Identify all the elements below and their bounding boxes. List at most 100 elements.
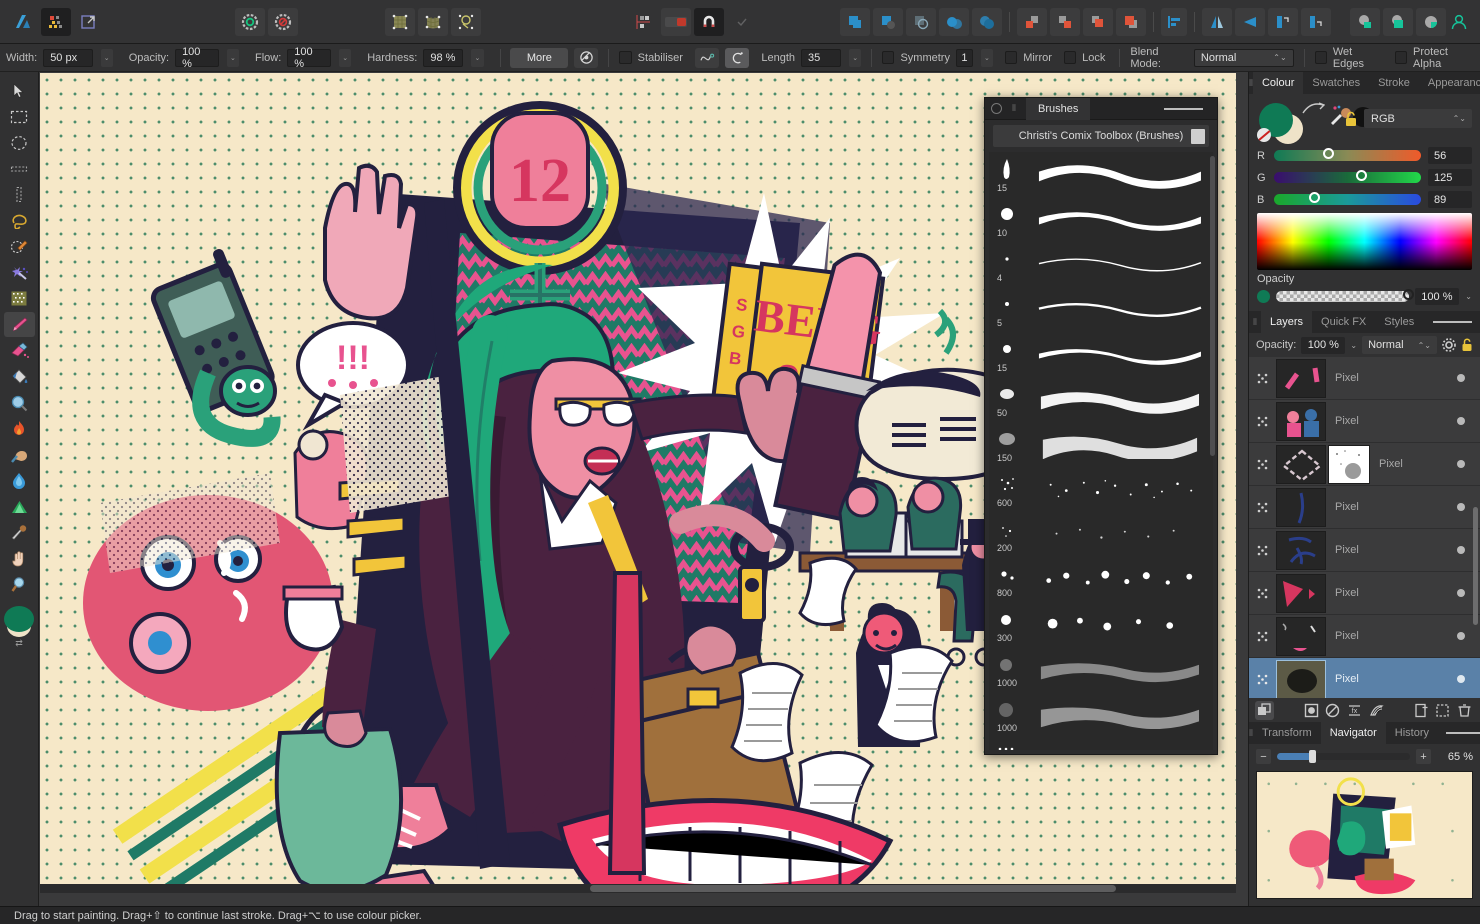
brush-item[interactable]: 15 [989, 152, 1213, 197]
subtract-shape-icon[interactable] [873, 8, 903, 36]
zoom-value[interactable]: 65 % [1437, 751, 1473, 763]
channel-value-r[interactable]: 56 [1428, 147, 1472, 164]
layer-thumbnail[interactable] [1276, 359, 1326, 398]
more-button[interactable]: More [510, 48, 568, 68]
lock-icon[interactable] [1344, 111, 1358, 127]
tab-layers[interactable]: Layers [1261, 311, 1312, 333]
colour-picker-tool[interactable] [4, 520, 35, 545]
symmetry-count[interactable]: 1 [956, 49, 973, 67]
channel-slider-r[interactable] [1274, 150, 1421, 161]
flip-vertical-icon[interactable] [1235, 8, 1265, 36]
snapping-icon[interactable] [628, 8, 658, 36]
intersect-shape-icon[interactable] [906, 8, 936, 36]
layer-name[interactable]: Pixel [1335, 544, 1359, 556]
elliptical-marquee-tool[interactable] [4, 130, 35, 155]
brush-item[interactable]: 200 [989, 512, 1213, 557]
brush-item[interactable]: 50 [989, 737, 1213, 750]
rotate-left-icon[interactable] [1268, 8, 1298, 36]
layer-select-dot[interactable] [1457, 675, 1465, 683]
colour-swatch[interactable] [4, 603, 35, 641]
delete-layer-icon[interactable] [1455, 701, 1474, 720]
layer-visibility-toggle[interactable] [1249, 415, 1276, 428]
hardness-input[interactable]: 98 % [423, 49, 463, 67]
tab-quick-fx[interactable]: Quick FX [1312, 311, 1375, 333]
move-backward-icon[interactable] [1050, 8, 1080, 36]
chevron-down-icon[interactable]: ⌄ [1350, 341, 1357, 350]
sharpen-brush-tool[interactable] [4, 494, 35, 519]
brush-item[interactable]: 300 [989, 602, 1213, 647]
layer-select-dot[interactable] [1457, 374, 1465, 382]
mask-icon[interactable] [1367, 701, 1386, 720]
list-view-icon[interactable] [1191, 129, 1205, 144]
tab-swatches[interactable]: Swatches [1303, 72, 1369, 94]
brush-item[interactable]: 10 [989, 197, 1213, 242]
account-avatar-icon[interactable] [1446, 8, 1472, 36]
table-row[interactable]: Pixel [1249, 572, 1480, 615]
layer-thumbnail[interactable] [1276, 488, 1326, 527]
layer-thumbnail[interactable] [1276, 617, 1326, 656]
check-icon[interactable] [727, 8, 757, 36]
export-persona-icon[interactable] [74, 8, 104, 36]
flow-stepper[interactable]: ⌄ [339, 49, 351, 67]
merge-icon[interactable] [1383, 8, 1413, 36]
selection-brush-tool[interactable] [4, 234, 35, 259]
layer-thumbnail[interactable] [1276, 531, 1326, 570]
tab-colour[interactable]: Colour [1253, 72, 1303, 94]
layer-visibility-toggle[interactable] [1249, 458, 1276, 471]
length-stepper[interactable]: ⌄ [849, 49, 861, 67]
layer-thumbnail[interactable] [1276, 402, 1326, 441]
swap-colours-icon[interactable]: ⇄ [15, 638, 23, 649]
no-colour-swatch[interactable] [1257, 128, 1271, 142]
brushes-panel[interactable]: ⦀ Brushes Christi's Comix Toolbox (Brush… [984, 97, 1218, 755]
affinity-logo-icon[interactable] [8, 8, 38, 36]
table-row[interactable]: Pixel [1249, 486, 1480, 529]
column-marquee-tool[interactable] [4, 182, 35, 207]
lock-checkbox[interactable] [1064, 51, 1076, 64]
brush-item[interactable]: 5 [989, 287, 1213, 332]
opacity-value[interactable]: 100 % [1415, 288, 1459, 305]
assistant-settings-icon[interactable] [235, 8, 265, 36]
navigator-preview[interactable] [1256, 771, 1473, 899]
move-tool[interactable] [4, 78, 35, 103]
opacity-stepper[interactable]: ⌄ [227, 49, 239, 67]
gear-icon[interactable] [1442, 338, 1456, 352]
magnet-icon[interactable] [694, 8, 724, 36]
table-row[interactable]: Pixel [1249, 615, 1480, 658]
rotate-right-icon[interactable] [1301, 8, 1331, 36]
tab-transform[interactable]: Transform [1253, 722, 1321, 744]
align-left-icon[interactable] [1161, 8, 1187, 36]
new-group-icon[interactable] [1434, 701, 1453, 720]
layer-select-dot[interactable] [1457, 546, 1465, 554]
channel-slider-g[interactable] [1274, 172, 1421, 183]
layer-list-scrollbar[interactable] [1473, 507, 1478, 625]
colour-model-select[interactable]: RGB ⌃⌄ [1364, 109, 1472, 128]
zoom-tool[interactable] [4, 572, 35, 597]
new-layer-icon[interactable] [1412, 701, 1431, 720]
brush-item[interactable]: 1000 [989, 647, 1213, 692]
live-filter-icon[interactable] [451, 8, 481, 36]
freehand-selection-tool[interactable] [4, 208, 35, 233]
brush-item[interactable]: 600 [989, 467, 1213, 512]
layer-opacity-input[interactable]: 100 % [1301, 337, 1345, 354]
adjustment-icon[interactable] [1302, 701, 1321, 720]
protect-alpha-checkbox[interactable] [1395, 51, 1407, 64]
table-row[interactable]: › Pixel [1249, 443, 1480, 486]
table-row[interactable]: Pixel [1249, 529, 1480, 572]
layer-name[interactable]: Pixel [1335, 630, 1359, 642]
channel-slider-b[interactable] [1274, 194, 1421, 205]
channel-knob-g[interactable] [1356, 170, 1367, 181]
toggle-icon[interactable] [661, 8, 691, 36]
brush-item[interactable]: 50 [989, 377, 1213, 422]
layer-visibility-toggle[interactable] [1249, 587, 1276, 600]
no-settings-icon[interactable] [268, 8, 298, 36]
opacity-knob[interactable] [1403, 289, 1414, 300]
move-forward-icon[interactable] [1083, 8, 1113, 36]
divide-shape-icon[interactable] [972, 8, 1002, 36]
brush-item[interactable]: 4 [989, 242, 1213, 287]
view-tool[interactable] [4, 546, 35, 571]
mirror-checkbox[interactable] [1005, 51, 1017, 64]
width-stepper[interactable]: ⌄ [101, 49, 113, 67]
panel-grip[interactable]: ⦀ [1008, 103, 1020, 114]
brush-item[interactable]: 150 [989, 422, 1213, 467]
brush-settings-icon[interactable] [574, 48, 598, 68]
